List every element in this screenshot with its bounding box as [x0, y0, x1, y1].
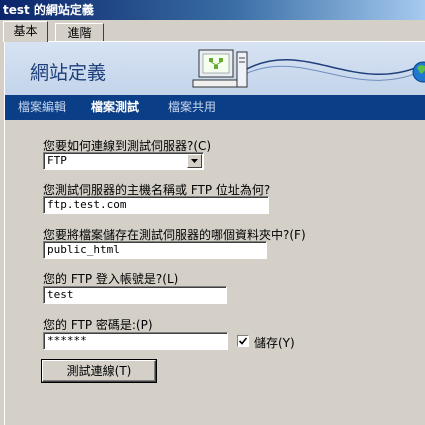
checkmark-icon [239, 337, 247, 345]
tab-basic[interactable]: 基本 [3, 21, 48, 42]
save-password-label[interactable]: 儲存(Y) [254, 334, 295, 351]
host-value: ftp.test.com [47, 198, 127, 211]
folder-value: public_html [47, 243, 120, 256]
banner-title: 網站定義 [30, 62, 107, 84]
nav-file-test[interactable]: 檔案測試 [91, 95, 139, 120]
tab-advanced-label: 進階 [67, 26, 92, 40]
connect-method-value: FTP [47, 154, 67, 167]
password-label: 您的 FTP 密碼是:(P) [43, 318, 153, 332]
chevron-down-icon[interactable] [187, 154, 202, 168]
banner: 網站定義 [5, 42, 425, 95]
connect-method-select[interactable]: FTP [43, 152, 204, 170]
window-title: test 的網站定義 [3, 3, 94, 17]
tab-strip: 基本 進階 [0, 20, 425, 42]
host-input[interactable]: ftp.test.com [43, 196, 269, 214]
nav-file-edit[interactable]: 檔案編輯 [18, 95, 66, 120]
save-password-checkbox[interactable] [237, 335, 249, 347]
login-label: 您的 FTP 登入帳號是?(L) [43, 272, 179, 286]
computer-network-icon [192, 49, 425, 88]
tab-advanced[interactable]: 進階 [55, 23, 104, 41]
test-connection-button[interactable]: 測試連線(T) [42, 360, 156, 382]
tab-basic-label: 基本 [13, 24, 38, 38]
test-connection-label: 測試連線(T) [66, 364, 132, 378]
password-input[interactable]: ****** [43, 332, 228, 350]
login-value: test [47, 288, 74, 301]
password-value: ****** [47, 334, 87, 347]
nav-file-share[interactable]: 檔案共用 [168, 95, 216, 120]
login-input[interactable]: test [43, 286, 227, 304]
window-title-bar[interactable]: test 的網站定義 [0, 0, 425, 20]
section-nav: 檔案編輯 檔案測試 檔案共用 [5, 95, 425, 120]
folder-input[interactable]: public_html [43, 241, 267, 259]
